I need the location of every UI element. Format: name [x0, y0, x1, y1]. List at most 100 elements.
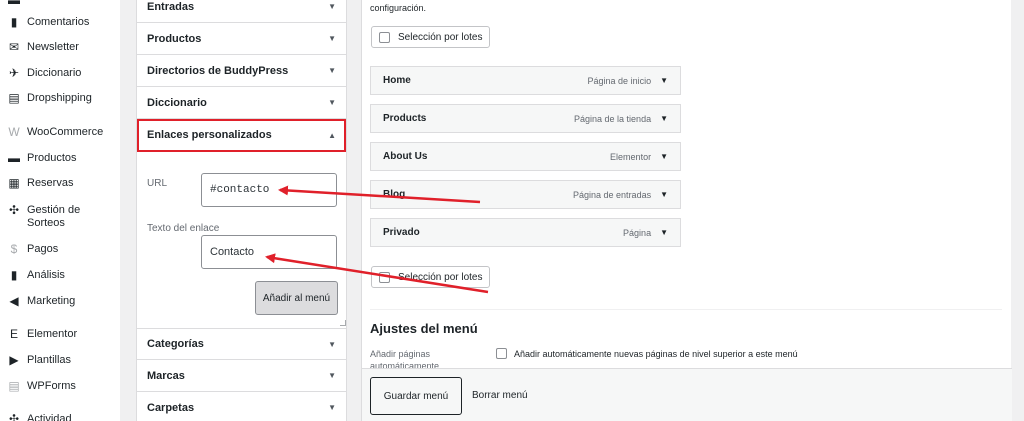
sidebar-item-pagos[interactable]: $ Pagos: [0, 243, 120, 256]
sidebar-item-gestion-sorteos[interactable]: ✣ Gestión de Sorteos: [0, 204, 120, 230]
url-input[interactable]: #contacto: [201, 173, 337, 207]
menu-item-title: Home: [383, 75, 411, 86]
sidebar-item-label: Marketing: [27, 295, 76, 307]
save-menu-button[interactable]: Guardar menú: [370, 377, 462, 415]
sidebar-item-diccionario[interactable]: ✈ Diccionario: [0, 67, 120, 80]
bulk-select-label: Selección por lotes: [398, 271, 483, 283]
sidebar-item-comentarios[interactable]: ▮ Comentarios: [0, 16, 120, 29]
sidebar-item-productos[interactable]: ▬ Productos: [0, 152, 120, 165]
auto-add-pages-label: Añadir páginas automáticamente: [370, 349, 440, 368]
caret-down-icon[interactable]: ▼: [660, 76, 668, 85]
accordion-productos[interactable]: Productos ▼: [137, 23, 346, 55]
accordion-entradas[interactable]: Entradas ▼: [137, 0, 346, 23]
bulk-select-button-bottom[interactable]: Selección por lotes: [371, 266, 490, 288]
add-to-menu-button[interactable]: Añadir al menú: [255, 281, 338, 315]
caret-down-icon[interactable]: ▼: [660, 152, 668, 161]
menu-footer: Guardar menú Borrar menú: [362, 368, 1012, 421]
pin-icon: ✈: [8, 66, 20, 80]
menu-item-title: Products: [383, 113, 427, 124]
checkbox-icon: [379, 31, 390, 43]
caret-down-icon: ▼: [328, 66, 336, 75]
form-icon: ▤: [8, 379, 20, 393]
accordion-directorios-buddypress[interactable]: Directorios de BuddyPress ▼: [137, 55, 346, 87]
link-text-input[interactable]: Contacto: [201, 235, 337, 269]
calendar-icon: ▦: [8, 176, 20, 190]
sidebar-item-reservas[interactable]: ▦ Reservas: [0, 177, 120, 190]
caret-down-icon[interactable]: ▼: [660, 190, 668, 199]
accordion-categorias[interactable]: Categorías ▼: [137, 328, 346, 360]
menu-item-home[interactable]: Home Página de inicio ▼: [370, 66, 681, 95]
sidebar-item-elementor[interactable]: E Elementor: [0, 328, 120, 341]
sidebar-item-wpforms[interactable]: ▤ WPForms: [0, 380, 120, 393]
caret-down-icon: ▼: [328, 34, 336, 43]
bar-chart-icon: ▮: [10, 268, 18, 282]
envelope-icon: ✉: [8, 40, 20, 54]
partial-icon: ▬: [8, 0, 20, 7]
sidebar-item-top-partial[interactable]: ▬: [0, 0, 120, 7]
menu-item-products[interactable]: Products Página de la tienda ▼: [370, 104, 681, 133]
sidebar-item-actividad[interactable]: ✣ Actividad: [0, 413, 120, 421]
accordion-title: Directorios de BuddyPress: [147, 64, 289, 77]
menu-item-title: About Us: [383, 151, 428, 162]
sidebar-item-label: Reservas: [27, 177, 74, 189]
resize-handle-icon: [340, 320, 346, 326]
menu-settings-title: Ajustes del menú: [370, 321, 478, 336]
accordion-title: Productos: [147, 32, 202, 45]
menu-item-privado[interactable]: Privado Página ▼: [370, 218, 681, 247]
menu-item-type: Página: [623, 227, 652, 238]
menu-intro-text: configuración.: [370, 3, 427, 13]
sidebar-item-dropshipping[interactable]: ▤ Dropshipping: [0, 92, 120, 105]
menu-item-about-us[interactable]: About Us Elementor ▼: [370, 142, 681, 171]
menu-item-blog[interactable]: Blog Página de entradas ▼: [370, 180, 681, 209]
sidebar-item-label: WooCommerce: [27, 126, 104, 138]
caret-down-icon[interactable]: ▼: [660, 114, 668, 123]
activity-icon: ✣: [8, 412, 20, 421]
caret-down-icon: ▼: [328, 2, 336, 11]
accordion-title: Diccionario: [147, 96, 207, 109]
add-menu-items-panel: Entradas ▼ Productos ▼ Directorios de Bu…: [136, 0, 347, 421]
caret-down-icon: ▼: [328, 98, 336, 107]
auto-add-option-text: Añadir automáticamente nuevas páginas de…: [514, 348, 798, 359]
menu-item-type: Página de entradas: [573, 189, 652, 200]
bulk-select-button-top[interactable]: Selección por lotes: [371, 26, 490, 48]
layout-icon: ▤: [8, 91, 20, 105]
checkbox-icon: [379, 271, 390, 283]
sidebar-item-newsletter[interactable]: ✉ Newsletter: [0, 41, 120, 54]
sidebar-item-plantillas[interactable]: ▶ Plantillas: [0, 354, 120, 367]
caret-down-icon[interactable]: ▼: [660, 228, 668, 237]
delete-menu-link[interactable]: Borrar menú: [472, 390, 528, 401]
sidebar-item-label: Comentarios: [27, 16, 90, 28]
folder-icon: ▶: [9, 353, 19, 367]
sidebar-item-label: Actividad: [27, 413, 72, 421]
auto-add-checkbox[interactable]: [496, 348, 507, 359]
menu-item-title: Blog: [383, 189, 406, 200]
sidebar-item-marketing[interactable]: ◀ Marketing: [0, 295, 120, 308]
auto-add-pages-option[interactable]: Añadir automáticamente nuevas páginas de…: [496, 348, 798, 359]
sidebar-item-woocommerce[interactable]: W WooCommerce: [0, 126, 120, 139]
accordion-enlaces-personalizados[interactable]: Enlaces personalizados ▲: [137, 119, 346, 152]
sidebar-item-label: Pagos: [27, 243, 59, 255]
menu-structure-panel: configuración. Selección por lotes Home …: [361, 0, 1012, 421]
sidebar-item-label: Elementor: [27, 328, 78, 340]
link-text-label: Texto del enlace: [147, 223, 220, 234]
accordion-title: Entradas: [147, 0, 195, 13]
megaphone-icon: ◀: [9, 294, 19, 308]
sidebar-item-label: Productos: [27, 152, 77, 164]
accordion-title: Categorías: [147, 338, 204, 350]
menu-item-type: Elementor: [610, 151, 652, 162]
sidebar-item-label: Plantillas: [27, 354, 72, 366]
dollar-icon: $: [10, 242, 18, 256]
accordion-carpetas[interactable]: Carpetas ▼: [137, 392, 346, 421]
accordion-title: Enlaces personalizados: [147, 129, 272, 141]
url-label: URL: [147, 178, 168, 189]
sidebar-item-label: Diccionario: [27, 67, 82, 79]
caret-down-icon: ▼: [328, 339, 336, 349]
sidebar-item-analisis[interactable]: ▮ Análisis: [0, 269, 120, 282]
accordion-marcas[interactable]: Marcas ▼: [137, 360, 346, 392]
accordion-diccionario[interactable]: Diccionario ▼: [137, 87, 346, 119]
admin-sidebar: ▬ ▮ Comentarios ✉ Newsletter ✈ Diccionar…: [0, 0, 120, 421]
sidebar-item-label: Análisis: [27, 269, 65, 281]
woo-icon: W: [8, 125, 20, 139]
accordion-title: Carpetas: [147, 401, 195, 414]
accordion-title: Marcas: [147, 369, 185, 382]
